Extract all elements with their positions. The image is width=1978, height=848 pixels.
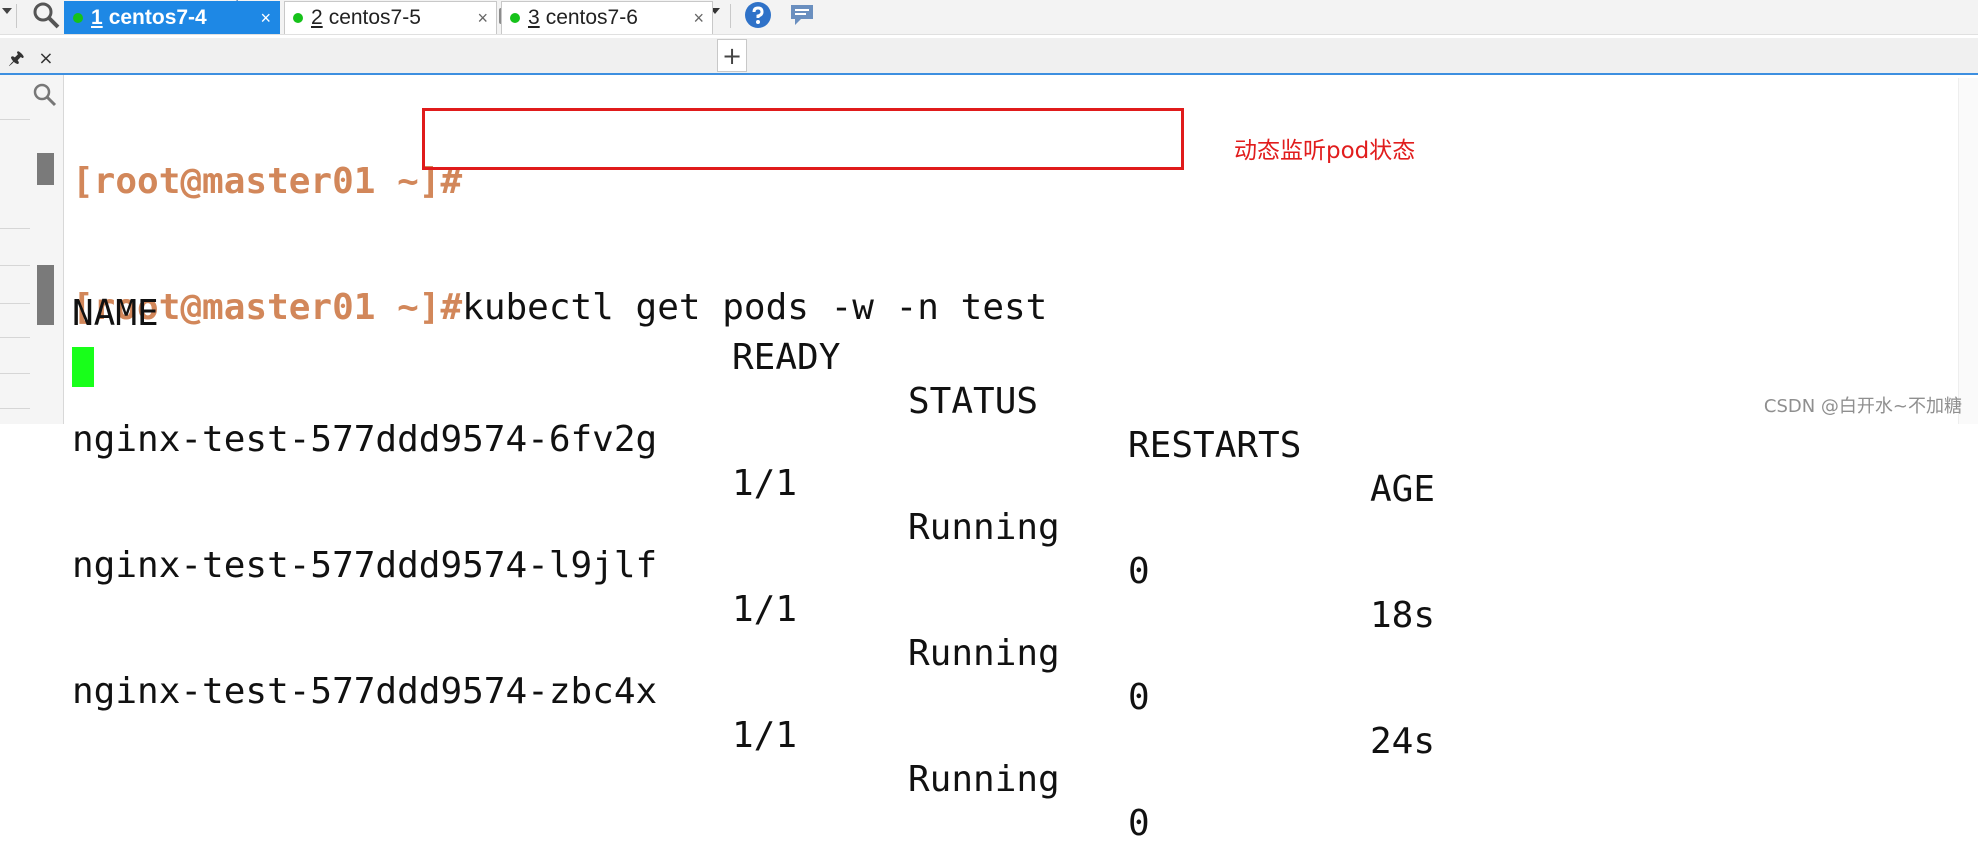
dropdown-arrow-icon[interactable]: [2, 8, 12, 14]
pod-status: Running: [908, 633, 1060, 674]
header-restarts: RESTARTS: [1128, 425, 1302, 466]
pod-ready: 1/1: [732, 715, 798, 756]
pod-age: 18s: [1370, 595, 1436, 636]
table-row: nginx-test-577ddd9574-zbc4x 1/1 Running …: [72, 626, 1435, 848]
panel-divider: [0, 373, 30, 374]
tab-number: 1: [91, 6, 103, 29]
pod-name: nginx-test-577ddd9574-zbc4x: [72, 671, 658, 712]
connected-status-dot: [293, 13, 303, 23]
table-row: nginx-test-577ddd9574-l9jlf 1/1 Running …: [72, 500, 1435, 762]
tab-label: centos7-6: [545, 6, 638, 29]
annotation-highlight-box: [422, 108, 1184, 170]
chat-icon[interactable]: [784, 1, 820, 29]
pod-status: Running: [908, 507, 1060, 548]
new-tab-button[interactable]: +: [717, 39, 747, 72]
pods-table: NAME READY STATUS RESTARTS AGE nginx-tes…: [72, 166, 1435, 848]
toolbar-separator: [16, 4, 17, 28]
tab-number: 2: [311, 6, 323, 29]
pod-restarts: 0: [1128, 677, 1150, 718]
pod-age: 21s: [1370, 846, 1435, 848]
toolbar-separator: [730, 4, 731, 28]
search-icon[interactable]: [28, 1, 64, 29]
panel-divider: [0, 303, 30, 304]
command-text: kubectl get pods -w -n test: [462, 287, 1048, 328]
pod-ready: 1/1: [732, 589, 798, 630]
connected-status-dot: [510, 13, 520, 23]
close-icon[interactable]: ×: [477, 8, 488, 29]
panel-divider: [0, 228, 30, 229]
pod-ready: 1/1: [732, 463, 798, 504]
header-status: STATUS: [908, 381, 1039, 422]
pod-status: Running: [908, 759, 1060, 800]
tab-pin-area: 🖈 ×: [8, 46, 53, 76]
terminal-scrollbar[interactable]: [1958, 78, 1978, 424]
pod-name: nginx-test-577ddd9574-6fv2g: [72, 419, 658, 460]
panel-divider: [0, 265, 30, 266]
tab-number: 3: [528, 6, 540, 29]
table-header-row: NAME READY STATUS RESTARTS AGE: [72, 248, 1435, 510]
tab-centos7-5[interactable]: 2 centos7-5 ×: [284, 1, 497, 34]
panel-divider: [0, 408, 30, 409]
panel-divider: [0, 119, 30, 120]
tab-centos7-4[interactable]: 1 centos7-4 ×: [64, 1, 280, 34]
tab-centos7-6[interactable]: 3 centos7-6 ×: [501, 1, 713, 34]
connected-status-dot: [73, 13, 83, 23]
close-all-icon[interactable]: ×: [38, 48, 53, 69]
header-age: AGE: [1370, 469, 1436, 510]
pod-age: 24s: [1370, 721, 1436, 762]
pod-restarts: 0: [1128, 551, 1150, 592]
header-ready: READY: [732, 337, 841, 378]
pin-icon[interactable]: 🖈: [8, 48, 25, 69]
watermark: CSDN @白开水~不加糖: [1763, 396, 1962, 417]
pod-restarts: 0: [1128, 803, 1150, 844]
annotation-label: 动态监听pod状态: [1234, 138, 1416, 164]
session-tab-bar: [0, 38, 1978, 75]
tab-label: centos7-4: [108, 6, 207, 29]
terminal-cursor: [72, 347, 94, 387]
terminal-line: [root@master01 ~]#kubectl get pods -w -n…: [72, 286, 1047, 330]
scroll-marker[interactable]: [37, 265, 54, 325]
panel-divider: [0, 337, 30, 338]
pod-name: nginx-test-577ddd9574-l9jlf: [72, 545, 658, 586]
search-icon[interactable]: [30, 81, 60, 109]
left-side-panel: [0, 75, 64, 424]
scroll-marker[interactable]: [37, 153, 54, 185]
close-icon[interactable]: ×: [260, 8, 271, 29]
help-icon[interactable]: [740, 1, 776, 29]
close-icon[interactable]: ×: [693, 8, 704, 29]
header-name: NAME: [72, 293, 159, 334]
tab-label: centos7-5: [328, 6, 421, 29]
